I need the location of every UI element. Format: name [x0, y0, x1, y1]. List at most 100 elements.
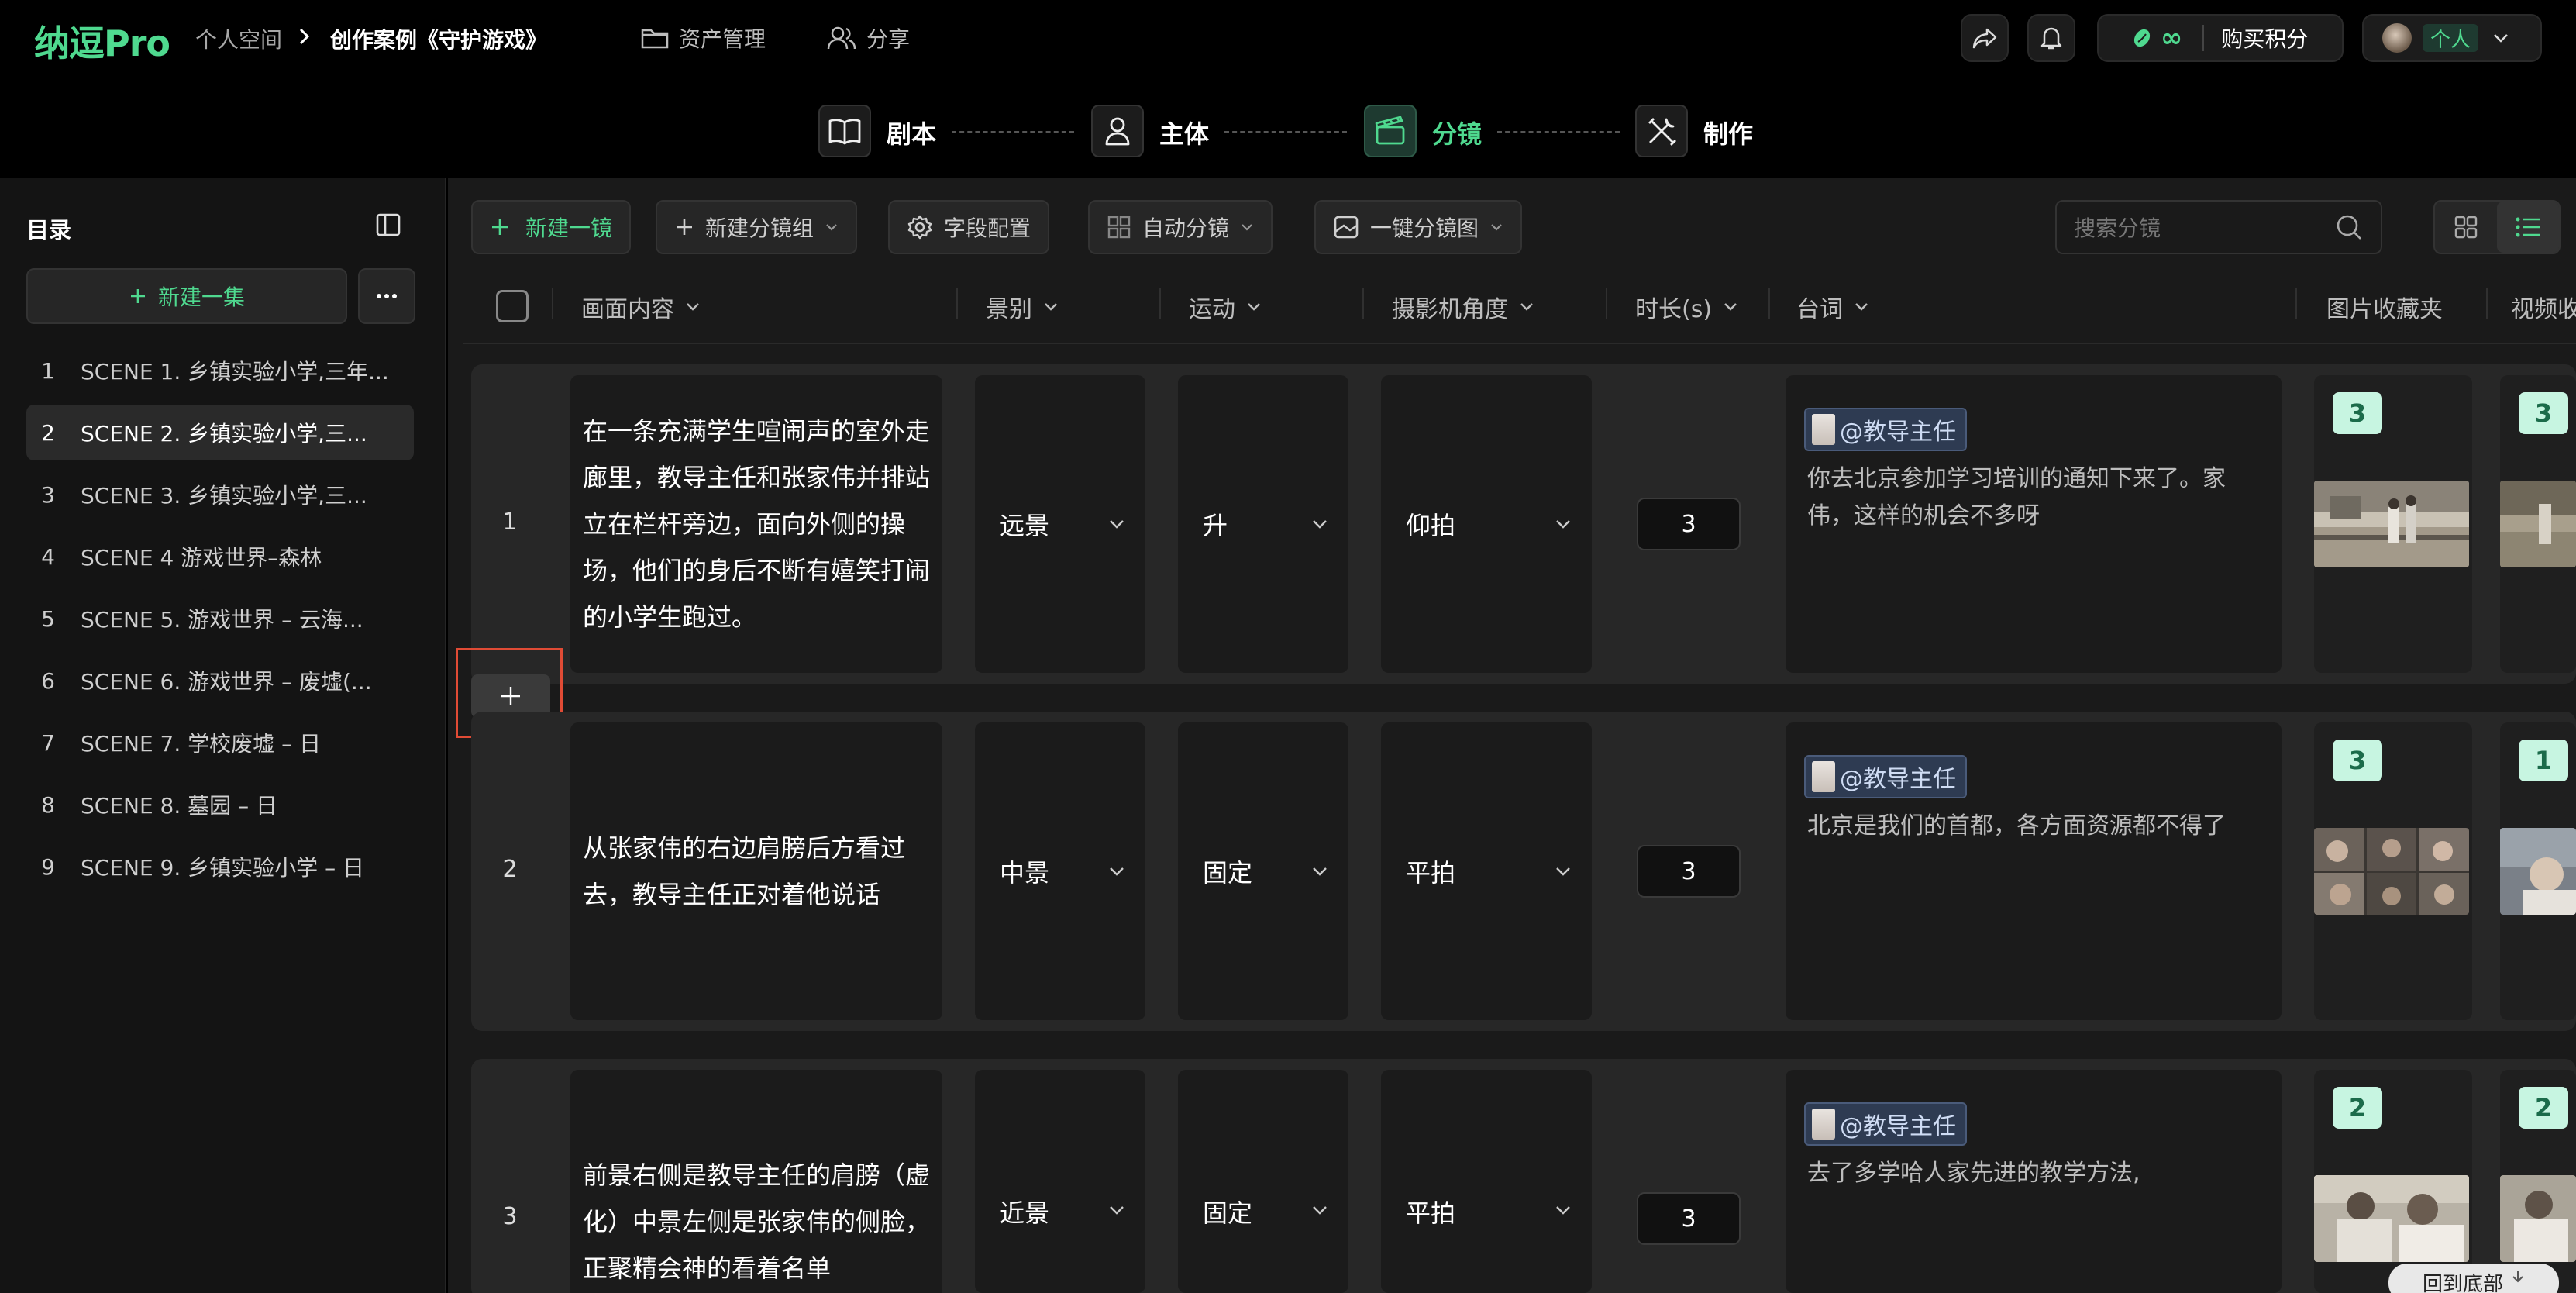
speaker-tag[interactable]: @教导主任 [1804, 1102, 1967, 1146]
image-folder-cell[interactable]: 2 [2314, 1070, 2472, 1293]
scene-number: 3 [41, 481, 55, 508]
scene-item-8[interactable]: 8 SCENE 8. 墓园 – 日 [26, 777, 414, 833]
video-folder-cell[interactable]: 2 [2500, 1070, 2576, 1293]
one-click-storyboard-label: 一键分镜图 [1370, 216, 1479, 241]
step-script-button[interactable] [818, 105, 871, 157]
new-episode-button[interactable]: 新建一集 [26, 268, 347, 324]
share-link[interactable]: 分享 [826, 19, 910, 57]
scene-item-1[interactable]: 1 SCENE 1. 乡镇实验小学,三年... [26, 343, 414, 398]
scene-number: 4 [41, 543, 55, 570]
step-storyboard-button[interactable] [1364, 105, 1417, 157]
credits-panel: ∞ 购买积分 [2097, 14, 2344, 62]
column-header-content[interactable]: 画面内容 [581, 290, 701, 324]
step-script-label[interactable]: 剧本 [887, 115, 936, 150]
view-switcher [2433, 200, 2561, 254]
speaker-tag[interactable]: @教导主任 [1804, 408, 1967, 451]
duration-input[interactable]: 3 [1637, 1192, 1741, 1245]
image-folder-cell[interactable]: 3 [2314, 375, 2472, 673]
field-config-button[interactable]: 字段配置 [888, 200, 1050, 254]
back-to-bottom-button[interactable]: 回到底部 [2388, 1264, 2559, 1293]
image-folder-cell[interactable]: 3 [2314, 722, 2472, 1020]
video-folder-cell[interactable]: 3 [2500, 375, 2576, 673]
content-cell[interactable]: 从张家伟的右边肩膀后方看过去，教导主任正对着他说话 [570, 722, 942, 1020]
column-header-shot-size[interactable]: 景别 [986, 290, 1059, 324]
column-header-angle[interactable]: 摄影机角度 [1392, 290, 1534, 324]
sidebar-title: 目录 [26, 217, 72, 243]
app-logo[interactable]: 纳逗Pro [34, 16, 170, 67]
grid-view-button[interactable] [2435, 202, 2497, 253]
scene-label: SCENE 7. 学校废墟 – 日 [81, 731, 321, 757]
movement-select[interactable]: 固定 [1178, 1070, 1348, 1293]
shot-size-select[interactable]: 近景 [975, 1070, 1145, 1293]
column-header-video-folder[interactable]: 视频收 [2511, 290, 2576, 324]
list-view-button[interactable] [2497, 202, 2559, 253]
duration-input[interactable]: 3 [1637, 498, 1741, 550]
shot-size-select[interactable]: 远景 [975, 375, 1145, 673]
dialogue-cell[interactable]: @教导主任 去了多学哈人家先进的教学方法, [1786, 1070, 2282, 1293]
video-thumbnail[interactable] [2500, 1175, 2576, 1262]
scene-number: 8 [41, 791, 55, 818]
search-placeholder: 搜索分镜 [2074, 216, 2161, 241]
content-cell[interactable]: 在一条充满学生喧闹声的室外走廊里，教导主任和张家伟并排站立在栏杆旁边，面向外侧的… [570, 375, 942, 673]
video-thumbnail[interactable] [2500, 481, 2576, 567]
column-label: 摄影机角度 [1392, 296, 1508, 323]
step-production-label[interactable]: 制作 [1703, 115, 1753, 150]
scene-item-5[interactable]: 5 SCENE 5. 游戏世界 – 云海... [26, 591, 414, 646]
buy-credits-button[interactable]: 购买积分 [2221, 22, 2308, 53]
column-label: 时长(s) [1635, 296, 1713, 323]
step-storyboard-label[interactable]: 分镜 [1432, 115, 1482, 150]
angle-select[interactable]: 仰拍 [1381, 375, 1592, 673]
video-folder-cell[interactable]: 1 [2500, 722, 2576, 1020]
forward-button[interactable] [1961, 14, 2009, 62]
scene-number: 9 [41, 853, 55, 880]
dialogue-cell[interactable]: @教导主任 北京是我们的首都，各方面资源都不得了 [1786, 722, 2282, 1020]
breadcrumb-home[interactable]: 个人空间 [195, 23, 282, 54]
select-all-checkbox[interactable] [496, 290, 529, 322]
new-shot-button[interactable]: 新建一镜 [471, 200, 632, 254]
one-click-storyboard-button[interactable]: 一键分镜图 [1314, 200, 1523, 254]
scene-number: 7 [41, 729, 55, 756]
storyboard-thumbnail[interactable] [2314, 1175, 2469, 1262]
sidebar-more-button[interactable] [358, 268, 415, 324]
chevron-down-icon [1311, 1205, 1328, 1215]
breadcrumb-project[interactable]: 创作案例《守护游戏》 [330, 23, 547, 54]
content-cell[interactable]: 前景右侧是教导主任的肩膀（虚化）中景左侧是张家伟的侧脸，正聚精会神的看着名单 [570, 1070, 942, 1293]
video-thumbnail[interactable] [2500, 828, 2576, 915]
scene-item-6[interactable]: 6 SCENE 6. 游戏世界 – 废墟(... [26, 653, 414, 709]
step-production-button[interactable] [1635, 105, 1688, 157]
column-header-movement[interactable]: 运动 [1189, 290, 1262, 324]
column-header-dialogue[interactable]: 台词 [1796, 290, 1869, 324]
movement-select[interactable]: 固定 [1178, 722, 1348, 1020]
shot-size-select[interactable]: 中景 [975, 722, 1145, 1020]
duration-input[interactable]: 3 [1637, 845, 1741, 898]
movement-select[interactable]: 升 [1178, 375, 1348, 673]
arrow-down-icon [2511, 1268, 2525, 1285]
search-shots-input[interactable]: 搜索分镜 [2055, 200, 2382, 254]
scene-item-2[interactable]: 2 SCENE 2. 乡镇实验小学,三... [26, 405, 414, 460]
dialogue-cell[interactable]: @教导主任 你去北京参加学习培训的通知下来了。家伟，这样的机会不多呀 [1786, 375, 2282, 673]
column-header-duration[interactable]: 时长(s) [1635, 290, 1738, 324]
step-subject-label[interactable]: 主体 [1159, 115, 1209, 150]
scene-item-4[interactable]: 4 SCENE 4 游戏世界–森林 [26, 529, 414, 584]
column-header-image-folder[interactable]: 图片收藏夹 [2326, 290, 2443, 324]
scene-item-7[interactable]: 7 SCENE 7. 学校废墟 – 日 [26, 715, 414, 771]
step-subject-button[interactable] [1091, 105, 1144, 157]
angle-select[interactable]: 平拍 [1381, 1070, 1592, 1293]
step-connector [952, 131, 1074, 133]
assets-link[interactable]: 资产管理 [640, 19, 766, 57]
scene-item-9[interactable]: 9 SCENE 9. 乡镇实验小学 – 日 [26, 839, 414, 895]
storyboard-thumbnail[interactable] [2314, 481, 2469, 567]
angle-value: 平拍 [1406, 1198, 1456, 1228]
angle-select[interactable]: 平拍 [1381, 722, 1592, 1020]
plus-icon [129, 287, 147, 305]
storyboard-thumbnail[interactable] [2314, 828, 2469, 915]
notification-button[interactable] [2027, 14, 2075, 62]
account-menu[interactable]: 个人 [2362, 14, 2542, 62]
scene-item-3[interactable]: 3 SCENE 3. 乡镇实验小学,三... [26, 467, 414, 522]
speaker-tag[interactable]: @教导主任 [1804, 755, 1967, 798]
sidebar-collapse-icon[interactable] [375, 212, 401, 237]
new-shot-group-button[interactable]: 新建分镜组 [656, 200, 858, 254]
scene-number: 1 [41, 357, 55, 384]
auto-storyboard-button[interactable]: 自动分镜 [1088, 200, 1273, 254]
chevron-down-icon [1108, 519, 1125, 529]
